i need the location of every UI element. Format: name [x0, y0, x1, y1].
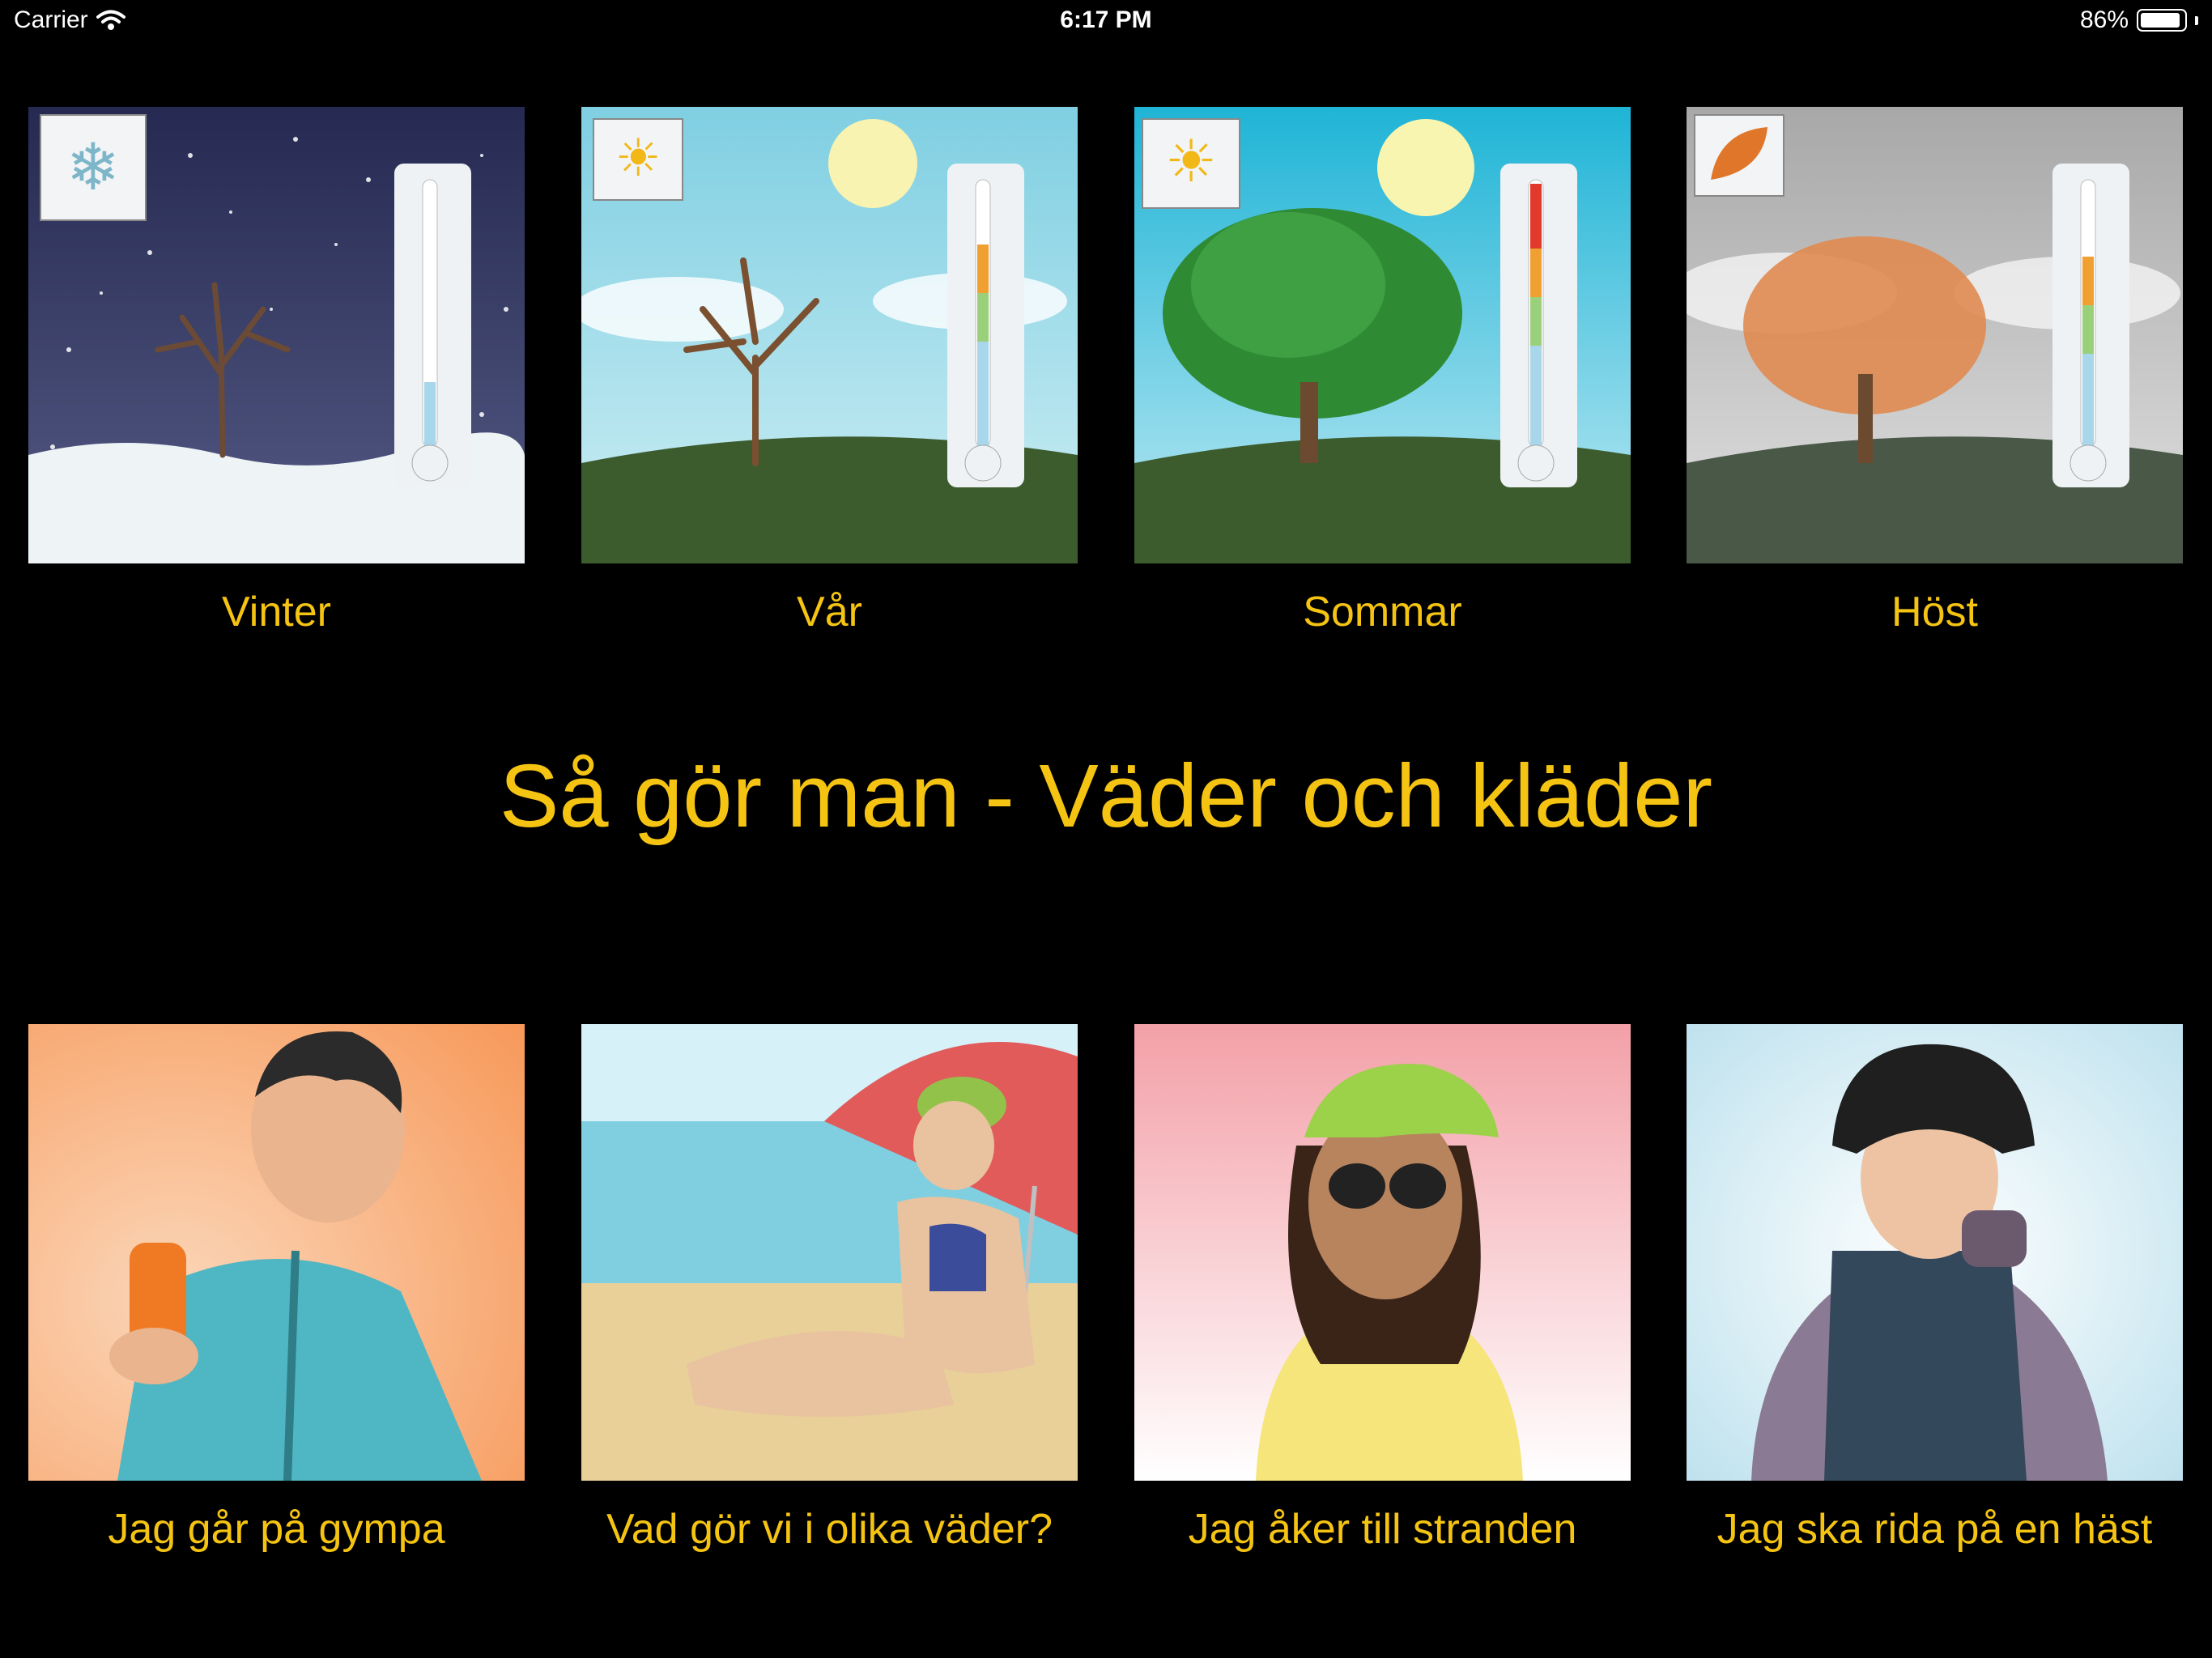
autumn-scene-image: [1687, 107, 2183, 563]
battery-indicator: 86%: [2080, 6, 2198, 34]
activity-tile-hast[interactable]: Jag ska rida på en häst: [1687, 1024, 2183, 1554]
season-tile-sommar[interactable]: ☀ Sommar: [1134, 107, 1631, 636]
gym-boy-image: [28, 1024, 525, 1481]
status-bar: Carrier 6:17 PM 86%: [0, 0, 2212, 45]
season-label: Höst: [1891, 589, 1978, 636]
activity-tile-gympa[interactable]: Jag går på gympa: [28, 1024, 525, 1554]
spring-scene-image: ☀: [581, 107, 1078, 563]
activity-label: Vad gör vi i olika väder?: [606, 1506, 1053, 1553]
activity-label: Jag går på gympa: [108, 1506, 445, 1553]
activity-label: Jag åker till stranden: [1188, 1506, 1577, 1553]
battery-icon: [2137, 9, 2187, 32]
winter-scene-image: ❄: [28, 107, 525, 563]
horse-rider-girl-image: [1687, 1024, 2183, 1481]
snowflake-icon: ❄: [66, 130, 120, 205]
activity-tile-stranden[interactable]: Jag åker till stranden: [1134, 1024, 1631, 1554]
season-tile-vinter[interactable]: ❄ Vinter: [28, 107, 525, 636]
activity-label: Jag ska rida på en häst: [1716, 1506, 2153, 1553]
sun-cloud-icon: ☀: [615, 129, 661, 189]
beach-woman-image: [581, 1024, 1078, 1481]
season-tile-var[interactable]: ☀ Vår: [581, 107, 1078, 636]
season-tile-host[interactable]: Höst: [1687, 107, 2183, 636]
season-label: Vinter: [222, 589, 331, 636]
season-label: Sommar: [1303, 589, 1462, 636]
season-label: Vår: [797, 589, 862, 636]
page-title: Så gör man - Väder och kläder: [500, 746, 1712, 846]
status-time: 6:17 PM: [1060, 6, 1152, 33]
activity-tile-vader[interactable]: Vad gör vi i olika väder?: [581, 1024, 1078, 1554]
beach-trip-woman-image: [1134, 1024, 1631, 1481]
battery-percent: 86%: [2079, 6, 2129, 33]
summer-scene-image: ☀: [1134, 107, 1631, 563]
sun-icon: ☀: [1165, 127, 1218, 195]
